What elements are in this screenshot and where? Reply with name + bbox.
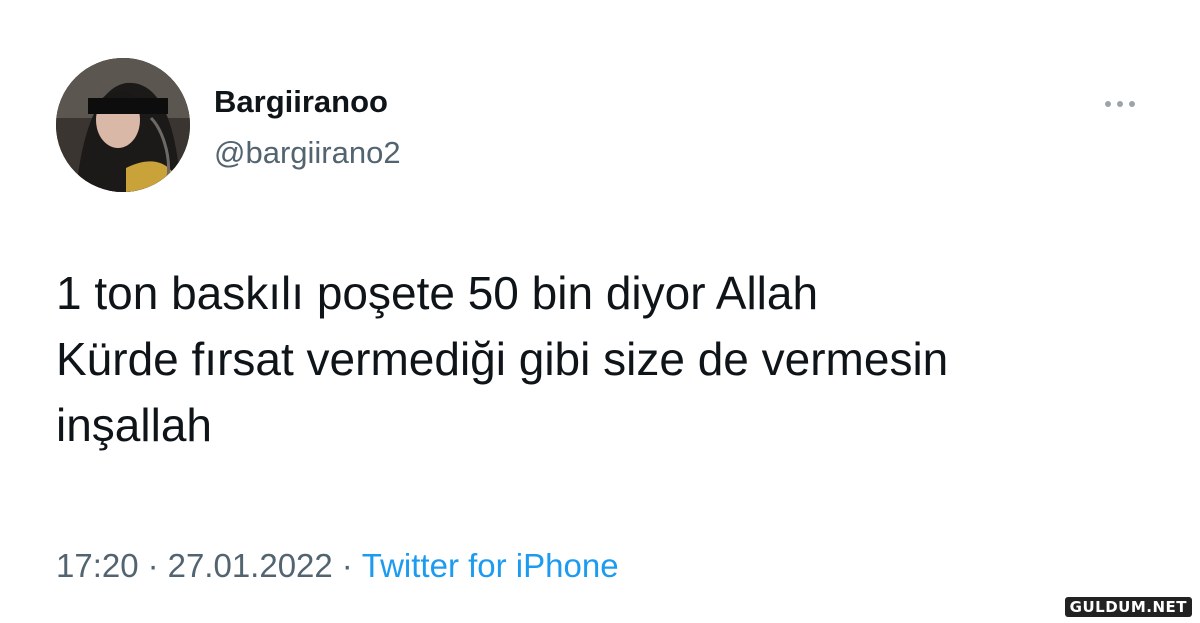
avatar[interactable] — [56, 58, 190, 192]
more-dot-icon — [1117, 101, 1123, 107]
tweet-source-link[interactable]: Twitter for iPhone — [362, 547, 619, 584]
tweet-text: 1 ton baskılı poşete 50 bin diyor Allah … — [56, 267, 949, 451]
more-options-button[interactable] — [1094, 92, 1146, 116]
more-dot-icon — [1129, 101, 1135, 107]
user-handle[interactable]: @bargiirano2 — [214, 135, 401, 171]
meta-separator: · — [341, 547, 353, 584]
tweet-time[interactable]: 17:20 — [56, 547, 139, 584]
more-dot-icon — [1105, 101, 1111, 107]
watermark-logo: GULDUM.NET — [1064, 597, 1192, 617]
meta-separator: · — [147, 547, 159, 584]
tweet-metadata: 17:20 · 27.01.2022 · Twitter for iPhone — [56, 547, 619, 585]
profile-photo-icon — [56, 58, 190, 192]
tweet-date[interactable]: 27.01.2022 — [168, 547, 333, 584]
tweet-card: Bargiiranoo @bargiirano2 1 ton baskılı p… — [0, 0, 1200, 623]
display-name[interactable]: Bargiiranoo — [214, 84, 388, 120]
